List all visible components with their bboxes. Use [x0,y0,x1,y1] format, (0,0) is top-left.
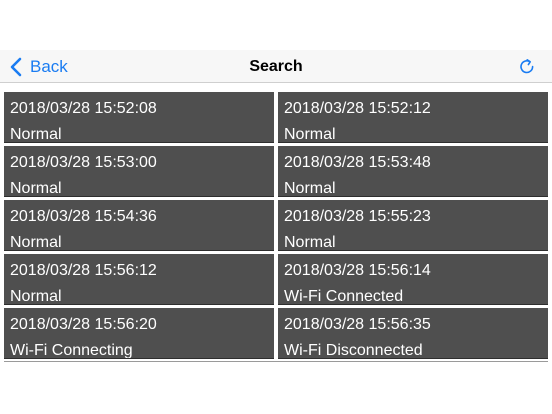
record-status: Normal [10,126,62,143]
navigation-bar: Back Search [0,50,552,83]
record-status: Normal [284,180,336,197]
record-cell[interactable]: 2018/03/28 15:53:48 Normal [278,146,548,197]
record-status: Wi-Fi Connecting [10,342,133,359]
record-status: Normal [10,180,62,197]
search-screen: Back Search 2018/03/28 15:52:08 Normal 2… [0,0,552,414]
record-status: Normal [10,288,62,305]
back-button[interactable]: Back [10,50,68,83]
page-title: Search [249,58,303,75]
record-timestamp: 2018/03/28 15:52:08 [10,100,157,117]
record-cell[interactable]: 2018/03/28 15:52:08 Normal [4,92,274,143]
record-timestamp: 2018/03/28 15:56:20 [10,316,157,333]
record-timestamp: 2018/03/28 15:53:48 [284,154,431,171]
record-cell[interactable]: 2018/03/28 15:53:00 Normal [4,146,274,197]
record-status: Wi-Fi Disconnected [284,342,423,359]
record-status: Normal [284,126,336,143]
record-timestamp: 2018/03/28 15:52:12 [284,100,431,117]
record-status: Wi-Fi Connected [284,288,404,305]
record-cell[interactable]: 2018/03/28 15:56:14 Wi-Fi Connected [278,254,548,305]
record-timestamp: 2018/03/28 15:55:23 [284,208,431,225]
record-timestamp: 2018/03/28 15:56:35 [284,316,431,333]
refresh-icon[interactable] [518,58,536,76]
back-label: Back [30,56,68,76]
record-cell[interactable]: 2018/03/28 15:56:12 Normal [4,254,274,305]
record-timestamp: 2018/03/28 15:54:36 [10,208,157,225]
record-timestamp: 2018/03/28 15:56:14 [284,262,431,279]
record-status: Normal [10,234,62,251]
record-cell[interactable]: 2018/03/28 15:54:36 Normal [4,200,274,251]
chevron-left-icon [10,57,22,76]
record-cell[interactable]: 2018/03/28 15:56:35 Wi-Fi Disconnected [278,308,548,359]
record-timestamp: 2018/03/28 15:56:12 [10,262,157,279]
record-timestamp: 2018/03/28 15:53:00 [10,154,157,171]
record-cell[interactable]: 2018/03/28 15:55:23 Normal [278,200,548,251]
record-cell[interactable]: 2018/03/28 15:52:12 Normal [278,92,548,143]
record-grid: 2018/03/28 15:52:08 Normal 2018/03/28 15… [4,92,548,362]
record-cell[interactable]: 2018/03/28 15:56:20 Wi-Fi Connecting [4,308,274,359]
record-status: Normal [284,234,336,251]
